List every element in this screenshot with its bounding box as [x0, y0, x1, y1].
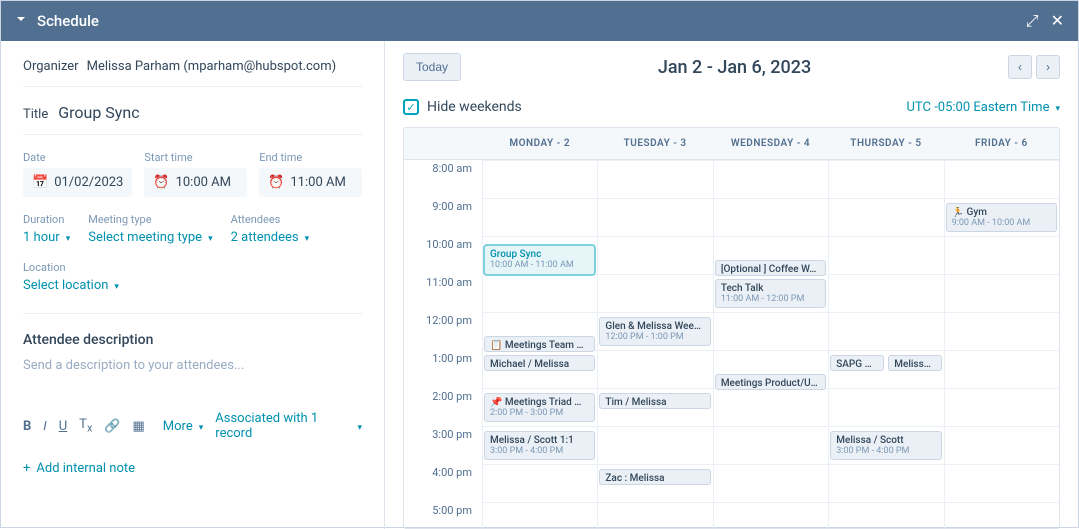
end-time-input[interactable]: ⏰ 11:00 AM [259, 168, 362, 197]
hour-label: 9:00 am [404, 198, 482, 236]
day-col-fri[interactable]: 🏃 Gym9:00 AM - 10:00 AM [944, 160, 1059, 528]
hour-label: 5:00 pm [404, 502, 482, 528]
hour-label: 11:00 am [404, 274, 482, 312]
hour-label: 1:00 pm [404, 350, 482, 388]
hour-label: 2:00 pm [404, 388, 482, 426]
meeting-type-label: Meeting type [88, 213, 212, 226]
description-input[interactable]: Send a description to your attendees... [23, 358, 362, 373]
week-grid: MONDAY - 2 TUESDAY - 3 WEDNESDAY - 4 THU… [403, 127, 1060, 529]
day-header: WEDNESDAY - 4 [713, 128, 828, 159]
meeting-type-select[interactable]: Select meeting type [88, 230, 212, 245]
location-label: Location [23, 261, 119, 274]
prev-week-button[interactable]: ‹ [1008, 55, 1032, 79]
clear-format-button[interactable]: Tx [79, 417, 92, 435]
end-time-label: End time [259, 151, 362, 164]
event-group-sync[interactable]: Group Sync 10:00 AM - 11:00 AM [484, 245, 595, 275]
event-form: Organizer Melissa Parham (mparham@hubspo… [1, 41, 385, 529]
clock-icon: ⏰ [153, 175, 169, 190]
modal-title: Schedule [37, 12, 1026, 30]
rich-text-toolbar: B I U Tx 🔗 ▦ More Associated with 1 reco… [23, 411, 362, 441]
day-col-thu[interactable]: SAPG S… Melissa … Melissa / Scott3:00 PM… [828, 160, 943, 528]
timezone-select[interactable]: UTC -05:00 Eastern Time [907, 100, 1061, 115]
hour-label: 4:00 pm [404, 464, 482, 502]
calendar-icon: 📅 [32, 175, 48, 190]
add-internal-note[interactable]: + Add internal note [23, 461, 362, 476]
link-button[interactable]: 🔗 [104, 419, 120, 434]
day-header: THURSDAY - 5 [828, 128, 943, 159]
event-zac-melissa[interactable]: Zac : Melissa [599, 469, 710, 485]
calendar-panel: Today Jan 2 - Jan 6, 2023 ‹ › ✓ Hide wee… [385, 41, 1078, 529]
attendees-label: Attendees [231, 213, 310, 226]
associated-records[interactable]: Associated with 1 record [215, 411, 362, 441]
date-range-title: Jan 2 - Jan 6, 2023 [461, 57, 1008, 78]
hide-weekends-checkbox[interactable]: ✓ [403, 99, 419, 115]
close-icon[interactable]: ✕ [1051, 11, 1064, 31]
duration-label: Duration [23, 213, 70, 226]
hour-label: 8:00 am [404, 160, 482, 198]
day-col-mon[interactable]: Group Sync 10:00 AM - 11:00 AM 📋 Meeting… [482, 160, 597, 528]
title-value[interactable]: Group Sync [58, 103, 139, 122]
date-input[interactable]: 📅 01/02/2023 [23, 168, 132, 197]
italic-button[interactable]: I [43, 419, 46, 434]
day-header: MONDAY - 2 [482, 128, 597, 159]
event-sapg[interactable]: SAPG S… [830, 355, 883, 371]
start-time-input[interactable]: ⏰ 10:00 AM [144, 168, 247, 197]
organizer-label: Organizer [23, 59, 79, 74]
day-col-wed[interactable]: [Optional ] Coffee W… Tech Talk11:00 AM … [713, 160, 828, 528]
day-col-tue[interactable]: Glen & Melissa Weekly12:00 PM - 1:00 PM … [597, 160, 712, 528]
organizer-value: Melissa Parham (mparham@hubspot.com) [87, 59, 337, 74]
event-melissa-th[interactable]: Melissa … [888, 355, 941, 371]
location-select[interactable]: Select location [23, 278, 119, 293]
hide-weekends-label: Hide weekends [427, 99, 522, 115]
event-meetings-team[interactable]: 📋 Meetings Team W… [484, 336, 595, 352]
next-week-button[interactable]: › [1036, 55, 1060, 79]
clock-icon: ⏰ [268, 175, 284, 190]
bold-button[interactable]: B [23, 419, 31, 434]
title-label: Title [23, 107, 48, 122]
duration-select[interactable]: 1 hour [23, 230, 70, 245]
event-melissa-scott-11[interactable]: Melissa / Scott 1:13:00 PM - 4:00 PM [484, 431, 595, 460]
today-button[interactable]: Today [403, 53, 461, 81]
event-gym[interactable]: 🏃 Gym9:00 AM - 10:00 AM [946, 203, 1057, 232]
event-coffee[interactable]: [Optional ] Coffee W… [715, 260, 826, 276]
event-tech-talk[interactable]: Tech Talk11:00 AM - 12:00 PM [715, 279, 826, 308]
minimize-icon[interactable]: ⤢ [1026, 11, 1039, 31]
event-meetings-triad[interactable]: 📌 Meetings Triad W…2:00 PM - 3:00 PM [484, 393, 595, 422]
event-melissa-scott-th[interactable]: Melissa / Scott3:00 PM - 4:00 PM [830, 431, 941, 460]
plus-icon: + [23, 461, 30, 476]
collapse-icon[interactable] [15, 13, 27, 29]
event-michael-melissa[interactable]: Michael / Melissa [484, 355, 595, 371]
hour-label: 10:00 am [404, 236, 482, 274]
date-label: Date [23, 151, 132, 164]
event-glen-melissa[interactable]: Glen & Melissa Weekly12:00 PM - 1:00 PM [599, 317, 710, 346]
start-time-label: Start time [144, 151, 247, 164]
more-format-button[interactable]: More [163, 419, 203, 434]
event-meetings-product[interactable]: Meetings Product/U… [715, 374, 826, 390]
hour-label: 3:00 pm [404, 426, 482, 464]
event-tim-melissa[interactable]: Tim / Melissa [599, 393, 710, 409]
day-header: FRIDAY - 6 [944, 128, 1059, 159]
modal-header: Schedule ⤢ ✕ [1, 1, 1078, 41]
underline-button[interactable]: U [59, 419, 67, 434]
insert-button[interactable]: ▦ [133, 419, 145, 434]
day-header: TUESDAY - 3 [597, 128, 712, 159]
attendees-select[interactable]: 2 attendees [231, 230, 310, 245]
hour-label: 12:00 pm [404, 312, 482, 350]
description-heading: Attendee description [23, 332, 362, 348]
